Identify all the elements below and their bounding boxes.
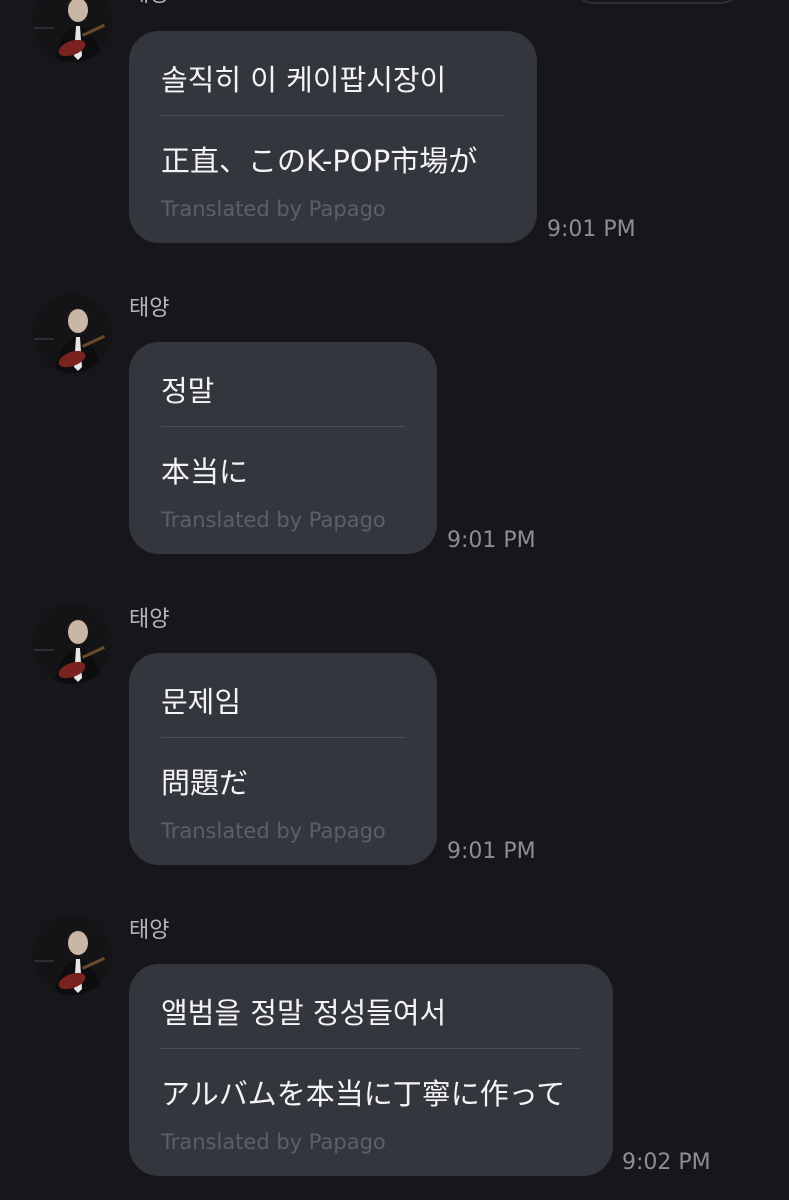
original-text: 문제임 [161,685,242,719]
message-timestamp: 9:02 PM [622,1150,711,1175]
original-text: 솔직히 이 케이팝시장이 [161,63,447,97]
sender-name: 태양 [129,0,169,8]
translated-text: 本当に [161,455,249,489]
translated-text: 正直、このK-POP市場が [161,144,478,178]
translated-text: 問題だ [161,766,249,800]
translation-credit: Translated by Papago [161,508,386,532]
chat-thread[interactable]: 태양 솔직히 이 케이팝시장이 正直、このK-POP市場が Translated… [0,0,789,1200]
translation-divider [161,1048,581,1049]
message-timestamp: 9:01 PM [547,217,636,242]
message-timestamp: 9:01 PM [447,528,536,553]
top-pill-partial [572,0,742,4]
avatar-photo-icon [32,604,112,684]
avatar[interactable] [32,915,112,995]
translation-divider [161,426,405,427]
avatar-photo-icon [32,0,112,62]
translated-text: アルバムを本当に丁寧に作って [161,1077,566,1111]
message-bubble[interactable]: 앨범을 정말 정성들여서 アルバムを本当に丁寧に作って Translated b… [129,964,613,1176]
translation-divider [161,737,405,738]
sender-name: 태양 [129,296,170,321]
message-bubble[interactable]: 솔직히 이 케이팝시장이 正直、このK-POP市場が Translated by… [129,31,537,243]
translation-divider [161,115,505,116]
message-bubble[interactable]: 문제임 問題だ Translated by Papago [129,653,437,865]
avatar-photo-icon [32,293,112,373]
original-text: 앨범을 정말 정성들여서 [161,996,447,1030]
message-bubble[interactable]: 정말 本当に Translated by Papago [129,342,437,554]
translation-credit: Translated by Papago [161,819,386,843]
original-text: 정말 [161,374,215,408]
sender-name: 태양 [129,607,170,632]
avatar[interactable] [32,604,112,684]
avatar[interactable] [32,0,112,62]
avatar-photo-icon [32,915,112,995]
sender-name: 태양 [129,918,170,943]
translation-credit: Translated by Papago [161,1130,386,1154]
translation-credit: Translated by Papago [161,197,386,221]
message-timestamp: 9:01 PM [447,839,536,864]
avatar[interactable] [32,293,112,373]
